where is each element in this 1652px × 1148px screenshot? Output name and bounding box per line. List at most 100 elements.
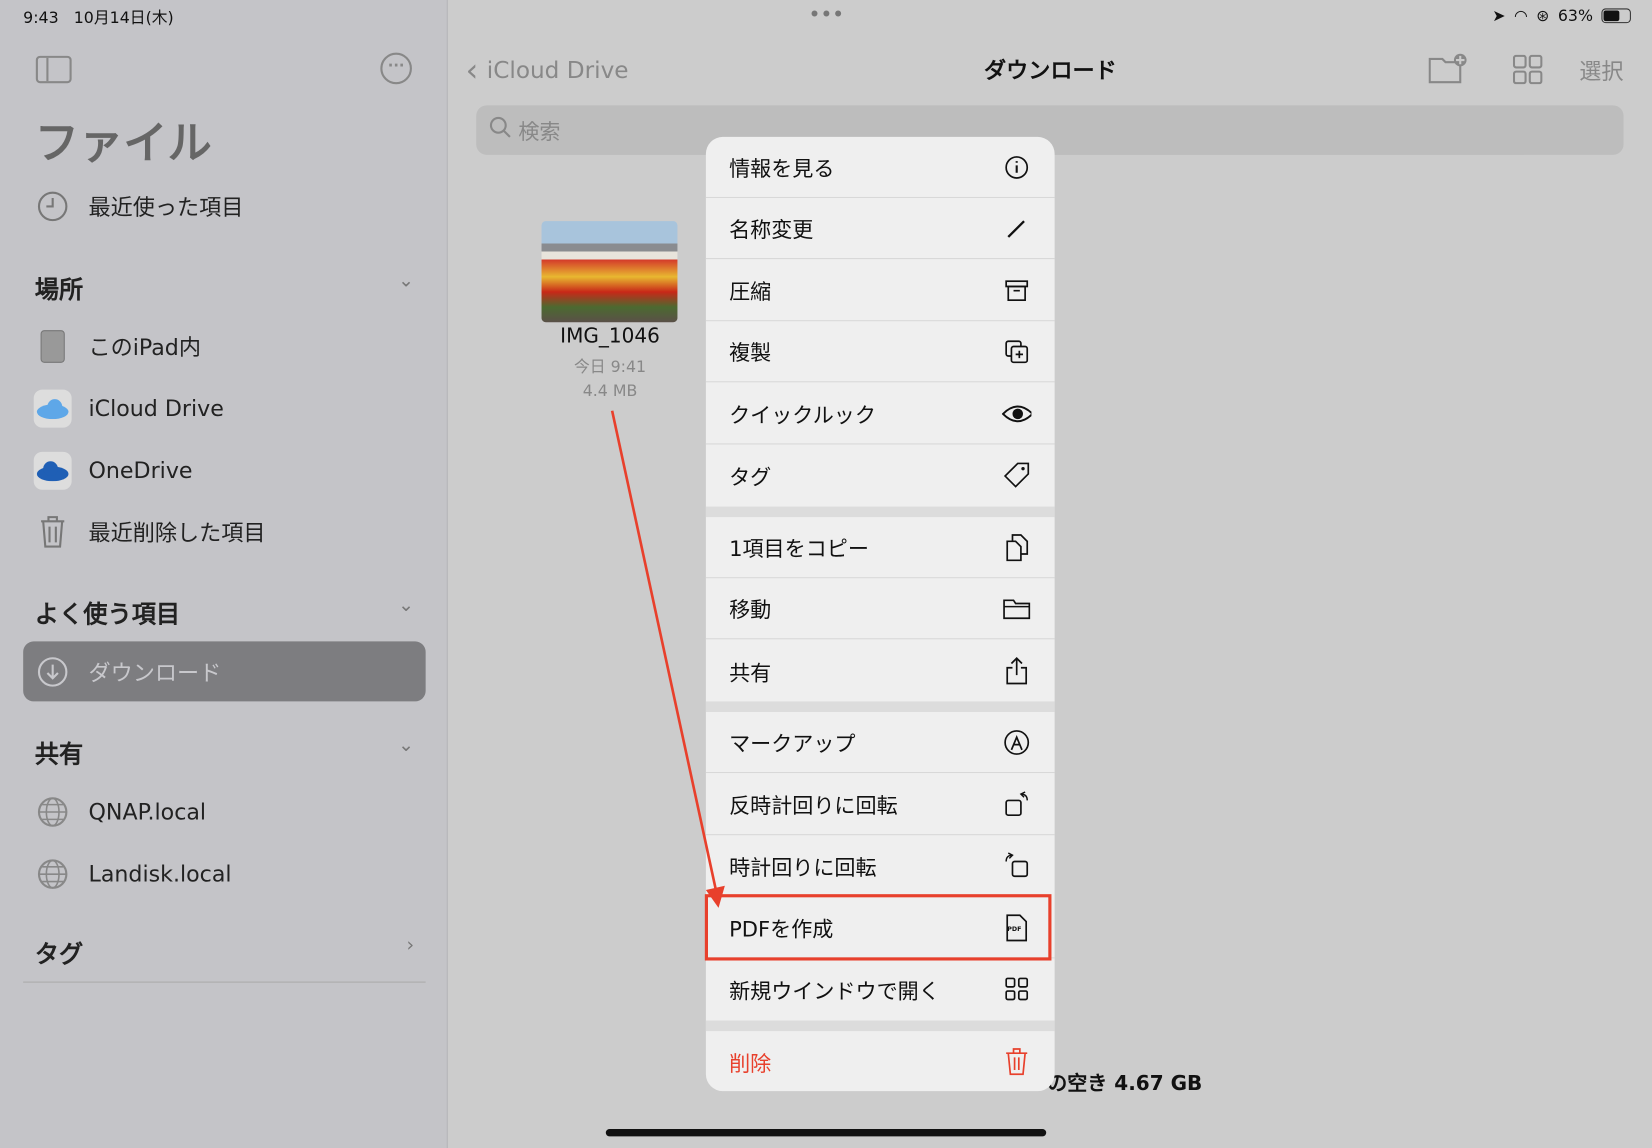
location-icon: ➤	[1492, 6, 1506, 26]
grid-view-icon[interactable]	[1512, 54, 1543, 89]
icloud-icon	[33, 389, 72, 428]
onedrive-icon	[33, 451, 72, 490]
sidebar-item-label: ダウンロード	[88, 659, 222, 686]
sidebar-item-label: iCloud Drive	[88, 396, 224, 422]
window-icon	[1002, 974, 1031, 1003]
menu-item-label: タグ	[729, 463, 772, 490]
menu-item-tags[interactable]: タグ	[706, 444, 1055, 505]
trash-icon	[1002, 1047, 1031, 1076]
menu-item-label: 時計回りに回転	[729, 854, 877, 880]
menu-item-rotate-right[interactable]: 時計回りに回転	[706, 835, 1055, 896]
section-header: 場所	[34, 276, 84, 305]
globe-icon	[34, 855, 72, 893]
menu-item-quick-look[interactable]: クイックルック	[705, 383, 1055, 445]
sidebar-title: ファイル	[34, 116, 212, 169]
wifi-icon: ◠	[1513, 6, 1528, 26]
sidebar-item-label: Landisk.local	[88, 861, 232, 887]
pencil-icon	[1002, 213, 1031, 242]
menu-item-label: クイックルック	[729, 402, 876, 428]
menu-item-markup[interactable]: マークアップ	[705, 712, 1055, 774]
menu-item-duplicate[interactable]: 複製	[705, 321, 1055, 383]
chevron-down-icon[interactable]: ⌄	[398, 594, 414, 630]
file-name[interactable]: IMG_1046	[505, 324, 716, 347]
folder-icon	[1002, 593, 1031, 622]
duplicate-icon	[1002, 336, 1031, 365]
more-options-icon[interactable]: ···	[380, 52, 412, 85]
sidebar-item-ipad[interactable]: このiPad内	[23, 317, 425, 376]
menu-item-new-window[interactable]: 新規ウインドウで開く	[706, 958, 1055, 1019]
menu-item-label: 共有	[729, 659, 772, 686]
chevron-down-icon[interactable]: ⌄	[398, 734, 414, 770]
storage-info: の空き 4.67 GB	[1047, 1072, 1203, 1096]
sidebar: 9:43 10月14日(木) ··· ファイル 最近使った項目 場所 ⌄ このiP…	[0, 0, 448, 1148]
clock-icon	[34, 187, 72, 225]
menu-item-move[interactable]: 移動	[705, 578, 1055, 640]
menu-item-delete[interactable]: 削除	[706, 1031, 1055, 1091]
download-icon	[34, 652, 72, 690]
menu-item-label: 移動	[729, 597, 772, 623]
menu-item-label: 複製	[729, 340, 772, 366]
menu-item-label: 削除	[729, 1050, 772, 1076]
menu-item-label: 反時計回りに回転	[729, 793, 898, 819]
share-icon	[1002, 656, 1031, 685]
archive-icon	[1002, 275, 1031, 304]
sidebar-item-label: 最近削除した項目	[88, 520, 266, 546]
rotate-right-icon	[1002, 851, 1031, 880]
divider	[23, 981, 426, 983]
section-favorites[interactable]: よく使う項目 ⌄	[35, 594, 414, 630]
search-icon	[489, 116, 512, 144]
menu-item-compress[interactable]: 圧縮	[705, 260, 1055, 322]
search-placeholder: 検索	[518, 119, 561, 145]
file-size: 4.4 MB	[582, 381, 638, 401]
chevron-down-icon[interactable]: ⌄	[398, 270, 414, 306]
sidebar-item-downloads[interactable]: ダウンロード	[23, 641, 426, 702]
ipad-icon	[34, 328, 72, 366]
status-time: 9:43 10月14日(木)	[23, 6, 174, 28]
sidebar-item-landisk[interactable]: Landisk.local	[23, 845, 425, 904]
menu-separator	[705, 506, 1055, 518]
select-button[interactable]: 選択	[1579, 55, 1623, 87]
menu-item-get-info[interactable]: 情報を見る	[705, 137, 1055, 199]
section-locations[interactable]: 場所 ⌄	[35, 270, 414, 306]
sidebar-item-onedrive[interactable]: OneDrive	[23, 441, 425, 500]
section-header: よく使う項目	[34, 601, 181, 629]
battery-icon	[1601, 8, 1631, 24]
date: 10月14日(木)	[73, 8, 174, 28]
highlight-box	[704, 894, 1052, 961]
sidebar-toggle-icon[interactable]	[35, 55, 72, 84]
sidebar-item-qnap[interactable]: QNAP.local	[23, 783, 425, 842]
menu-item-label: 1項目をコピー	[729, 536, 869, 562]
chevron-right-icon[interactable]: ›	[406, 934, 414, 970]
info-icon	[1002, 152, 1031, 181]
page-title-text: ダウンロード	[984, 57, 1117, 84]
section-shared[interactable]: 共有 ⌄	[35, 734, 414, 770]
menu-item-rotate-left[interactable]: 反時計回りに回転	[705, 774, 1055, 836]
menu-item-label: 新規ウインドウで開く	[729, 977, 940, 1004]
trash-icon	[34, 513, 72, 551]
menu-item-share[interactable]: 共有	[706, 640, 1055, 701]
page-title: ダウンロード	[449, 54, 1652, 86]
copy-icon	[1002, 532, 1031, 561]
multitasking-dots-icon[interactable]: •••	[809, 4, 844, 24]
sidebar-item-label: QNAP.local	[88, 799, 207, 825]
section-tags[interactable]: タグ ›	[35, 934, 414, 970]
menu-separator	[705, 1020, 1055, 1032]
file-thumbnail[interactable]	[541, 221, 678, 323]
home-indicator[interactable]	[605, 1129, 1047, 1137]
time: 9:43	[23, 8, 59, 28]
menu-item-copy[interactable]: 1項目をコピー	[705, 517, 1055, 579]
menu-item-label: マークアップ	[729, 730, 856, 757]
sidebar-item-label: 最近使った項目	[88, 194, 244, 221]
markup-icon	[1002, 727, 1031, 756]
menu-separator	[705, 701, 1055, 712]
sidebar-item-label: OneDrive	[88, 458, 193, 484]
menu-item-rename[interactable]: 名称変更	[705, 198, 1055, 260]
new-folder-icon[interactable]	[1428, 53, 1467, 84]
sidebar-item-recently-deleted[interactable]: 最近削除した項目	[23, 502, 425, 561]
orientation-lock-icon: ⊛	[1536, 6, 1550, 26]
sidebar-item-label: このiPad内	[88, 334, 201, 361]
menu-item-label: 情報を見る	[729, 155, 835, 182]
tag-icon	[1002, 460, 1031, 489]
sidebar-item-icloud[interactable]: iCloud Drive	[23, 379, 425, 438]
sidebar-item-recent[interactable]: 最近使った項目	[23, 177, 425, 236]
